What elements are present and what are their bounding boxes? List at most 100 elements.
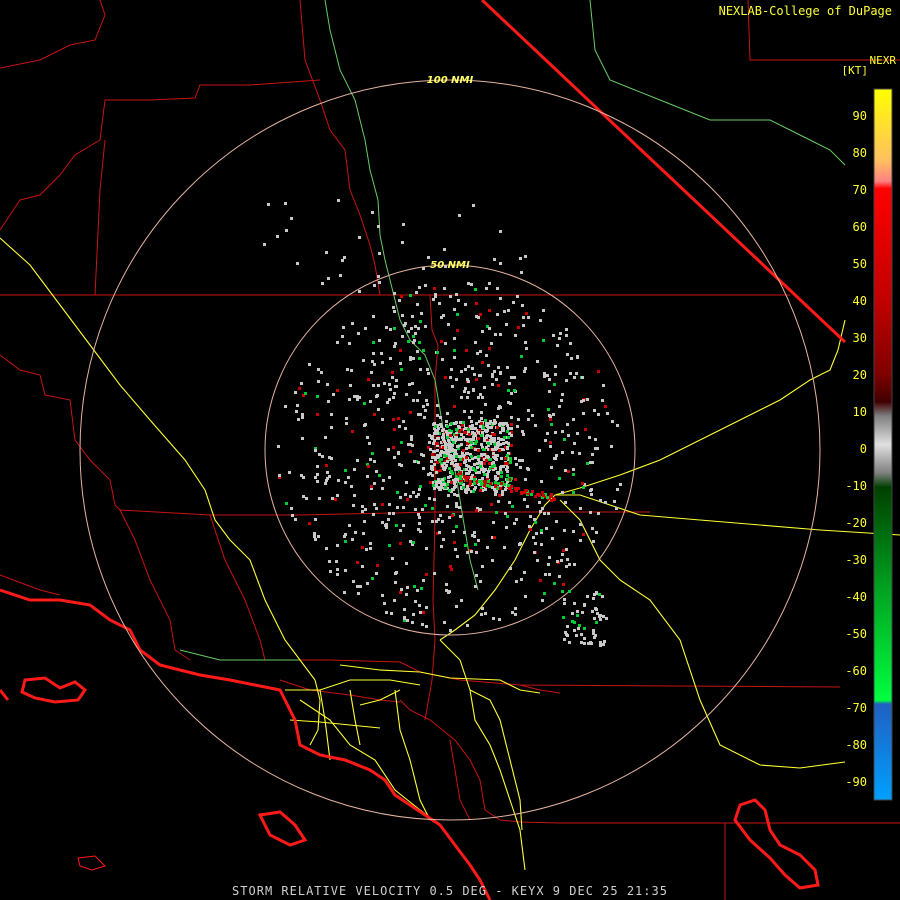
radar-echo xyxy=(552,497,555,500)
radar-echo xyxy=(385,611,388,614)
radar-echo xyxy=(506,515,509,518)
radar-echo xyxy=(526,505,529,508)
radar-echo xyxy=(510,416,513,419)
radar-echo xyxy=(329,570,332,573)
radar-echo xyxy=(418,522,421,525)
color-scale-tick: 70 xyxy=(853,183,867,197)
radar-echo xyxy=(479,580,482,583)
radar-echo xyxy=(343,535,346,538)
radar-echo xyxy=(565,328,568,331)
radar-echo xyxy=(358,236,361,239)
radar-echo xyxy=(427,372,430,375)
radar-echo xyxy=(432,298,435,301)
radar-echo xyxy=(343,591,346,594)
radar-echo xyxy=(381,361,384,364)
radar-echo xyxy=(474,585,477,588)
radar-echo xyxy=(409,411,412,414)
radar-echo xyxy=(439,416,442,419)
radar-echo xyxy=(443,483,446,486)
radar-echo xyxy=(558,477,561,480)
radar-echo xyxy=(547,563,550,566)
radar-echo xyxy=(558,575,561,578)
radar-echo xyxy=(592,629,595,632)
radar-echo xyxy=(419,368,422,371)
radar-echo xyxy=(448,516,451,519)
radar-echo xyxy=(437,518,440,521)
radar-echo xyxy=(465,349,468,352)
radar-echo xyxy=(513,522,516,525)
radar-echo xyxy=(533,551,536,554)
radar-echo xyxy=(440,458,443,461)
radar-echo xyxy=(417,461,420,464)
radar-echo xyxy=(337,479,340,482)
radar-echo xyxy=(479,350,482,353)
radar-echo xyxy=(541,491,544,494)
radar-echo xyxy=(460,396,463,399)
radar-echo xyxy=(420,587,423,590)
radar-echo xyxy=(422,349,425,352)
radar-echo xyxy=(314,449,317,452)
radar-echo xyxy=(371,577,374,580)
radar-echo xyxy=(325,547,328,550)
radar-echo xyxy=(553,457,556,460)
radar-echo xyxy=(589,511,592,514)
radar-echo xyxy=(573,621,576,624)
radar-echo xyxy=(444,265,447,268)
radar-echo xyxy=(450,481,453,484)
radar-echo xyxy=(351,322,354,325)
radar-echo xyxy=(494,493,497,496)
radar-echo xyxy=(489,458,492,461)
radar-echo xyxy=(506,430,509,433)
radar-echo xyxy=(480,462,483,465)
radar-echo xyxy=(485,287,488,290)
color-scale-tick: 60 xyxy=(853,220,867,234)
radar-echo xyxy=(403,617,406,620)
radar-echo xyxy=(502,427,505,430)
radar-echo xyxy=(392,446,395,449)
radar-echo xyxy=(504,488,507,491)
color-scale-tick: 80 xyxy=(853,146,867,160)
radar-echo xyxy=(520,355,523,358)
radar-echo xyxy=(573,602,576,605)
radar-echo xyxy=(375,507,378,510)
radar-echo xyxy=(367,378,370,381)
radar-echo xyxy=(467,282,470,285)
radar-echo xyxy=(388,383,391,386)
radar-echo xyxy=(354,531,357,534)
radar-echo xyxy=(297,418,300,421)
radar-echo xyxy=(561,491,564,494)
color-scale-tick: -30 xyxy=(845,553,867,567)
radar-echo xyxy=(499,422,502,425)
radar-echo xyxy=(368,442,371,445)
radar-echo xyxy=(579,507,582,510)
radar-echo xyxy=(391,376,394,379)
radar-echo xyxy=(480,411,483,414)
radar-echo xyxy=(480,417,483,420)
radar-echo xyxy=(556,560,559,563)
radar-echo xyxy=(451,449,454,452)
radar-echo xyxy=(579,539,582,542)
radar-echo xyxy=(436,442,439,445)
radar-echo xyxy=(505,468,508,471)
radar-echo xyxy=(464,303,467,306)
radar-echo xyxy=(376,394,379,397)
radar-echo xyxy=(330,457,333,460)
radar-echo xyxy=(441,478,444,481)
radar-echo xyxy=(538,501,541,504)
product-label: NEXR xyxy=(869,54,897,67)
radar-echo xyxy=(508,501,511,504)
radar-echo xyxy=(561,393,564,396)
radar-echo xyxy=(321,282,324,285)
radar-echo xyxy=(519,542,522,545)
radar-echo xyxy=(349,384,352,387)
radar-echo xyxy=(509,460,512,463)
radar-echo xyxy=(327,277,330,280)
radar-echo xyxy=(495,458,498,461)
radar-echo xyxy=(430,460,433,463)
radar-echo xyxy=(301,437,304,440)
radar-echo xyxy=(435,485,438,488)
radar-echo xyxy=(433,432,436,435)
radar-echo xyxy=(494,448,497,451)
radar-echo xyxy=(594,607,597,610)
radar-echo xyxy=(290,217,293,220)
